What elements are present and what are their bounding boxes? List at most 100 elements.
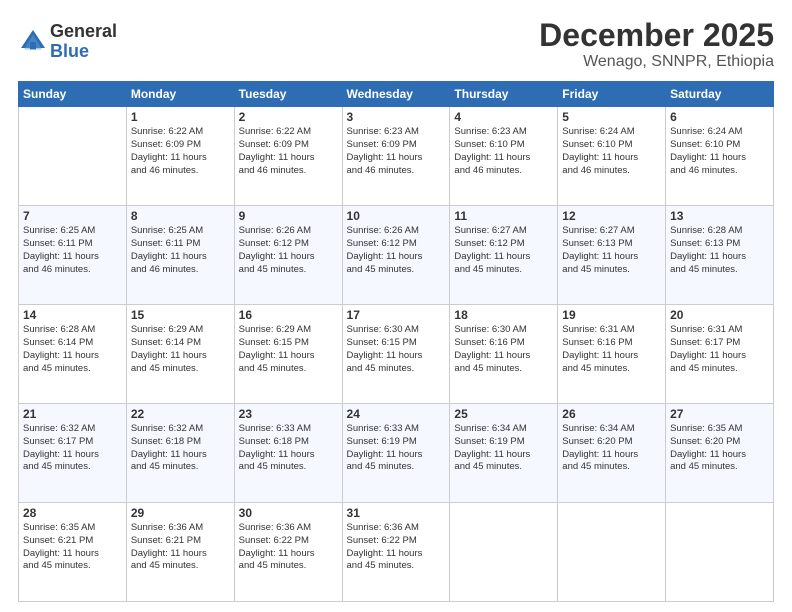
calendar-cell: 25 Sunrise: 6:34 AM Sunset: 6:19 PM Dayli… bbox=[450, 404, 558, 503]
day-number: 26 bbox=[562, 407, 661, 421]
calendar-cell: 16 Sunrise: 6:29 AM Sunset: 6:15 PM Dayli… bbox=[234, 305, 342, 404]
day-number: 5 bbox=[562, 110, 661, 124]
calendar-header-cell: Wednesday bbox=[342, 82, 450, 107]
day-info: Sunrise: 6:27 AM Sunset: 6:12 PM Dayligh… bbox=[454, 225, 553, 276]
logo-general: General bbox=[50, 22, 117, 42]
day-info: Sunrise: 6:24 AM Sunset: 6:10 PM Dayligh… bbox=[670, 126, 769, 177]
day-info: Sunrise: 6:31 AM Sunset: 6:17 PM Dayligh… bbox=[670, 324, 769, 375]
day-info: Sunrise: 6:31 AM Sunset: 6:16 PM Dayligh… bbox=[562, 324, 661, 375]
day-info: Sunrise: 6:34 AM Sunset: 6:20 PM Dayligh… bbox=[562, 423, 661, 474]
calendar-cell: 3 Sunrise: 6:23 AM Sunset: 6:09 PM Daylig… bbox=[342, 107, 450, 206]
subtitle: Wenago, SNNPR, Ethiopia bbox=[539, 53, 774, 71]
day-info: Sunrise: 6:24 AM Sunset: 6:10 PM Dayligh… bbox=[562, 126, 661, 177]
logo-blue: Blue bbox=[50, 42, 117, 62]
day-number: 30 bbox=[239, 506, 338, 520]
day-number: 2 bbox=[239, 110, 338, 124]
calendar-table: SundayMondayTuesdayWednesdayThursdayFrid… bbox=[18, 81, 774, 602]
day-info: Sunrise: 6:35 AM Sunset: 6:20 PM Dayligh… bbox=[670, 423, 769, 474]
calendar-header-cell: Monday bbox=[126, 82, 234, 107]
day-number: 20 bbox=[670, 308, 769, 322]
calendar-cell: 6 Sunrise: 6:24 AM Sunset: 6:10 PM Daylig… bbox=[666, 107, 774, 206]
day-info: Sunrise: 6:33 AM Sunset: 6:18 PM Dayligh… bbox=[239, 423, 338, 474]
calendar-cell: 10Sunrise: 6:26 AM Sunset: 6:12 PM Dayli… bbox=[342, 206, 450, 305]
calendar-header-row: SundayMondayTuesdayWednesdayThursdayFrid… bbox=[19, 82, 774, 107]
calendar-cell bbox=[558, 503, 666, 602]
day-info: Sunrise: 6:23 AM Sunset: 6:09 PM Dayligh… bbox=[347, 126, 446, 177]
day-info: Sunrise: 6:22 AM Sunset: 6:09 PM Dayligh… bbox=[131, 126, 230, 177]
day-info: Sunrise: 6:30 AM Sunset: 6:16 PM Dayligh… bbox=[454, 324, 553, 375]
day-info: Sunrise: 6:32 AM Sunset: 6:17 PM Dayligh… bbox=[23, 423, 122, 474]
day-number: 4 bbox=[454, 110, 553, 124]
day-number: 10 bbox=[347, 209, 446, 223]
calendar-cell: 31Sunrise: 6:36 AM Sunset: 6:22 PM Dayli… bbox=[342, 503, 450, 602]
day-info: Sunrise: 6:32 AM Sunset: 6:18 PM Dayligh… bbox=[131, 423, 230, 474]
calendar-cell: 20 Sunrise: 6:31 AM Sunset: 6:17 PM Dayli… bbox=[666, 305, 774, 404]
calendar-cell: 2 Sunrise: 6:22 AM Sunset: 6:09 PM Daylig… bbox=[234, 107, 342, 206]
day-number: 27 bbox=[670, 407, 769, 421]
day-info: Sunrise: 6:36 AM Sunset: 6:22 PM Dayligh… bbox=[347, 522, 446, 573]
day-number: 25 bbox=[454, 407, 553, 421]
day-number: 17 bbox=[347, 308, 446, 322]
day-info: Sunrise: 6:35 AM Sunset: 6:21 PM Dayligh… bbox=[23, 522, 122, 573]
calendar-week-row: 1 Sunrise: 6:22 AM Sunset: 6:09 PM Daylig… bbox=[19, 107, 774, 206]
calendar-cell bbox=[450, 503, 558, 602]
calendar-cell: 11 Sunrise: 6:27 AM Sunset: 6:12 PM Dayli… bbox=[450, 206, 558, 305]
calendar-cell: 8 Sunrise: 6:25 AM Sunset: 6:11 PM Daylig… bbox=[126, 206, 234, 305]
calendar-week-row: 28 Sunrise: 6:35 AM Sunset: 6:21 PM Dayli… bbox=[19, 503, 774, 602]
day-info: Sunrise: 6:29 AM Sunset: 6:15 PM Dayligh… bbox=[239, 324, 338, 375]
day-info: Sunrise: 6:28 AM Sunset: 6:14 PM Dayligh… bbox=[23, 324, 122, 375]
day-number: 21 bbox=[23, 407, 122, 421]
main-title: December 2025 bbox=[539, 18, 774, 53]
day-number: 15 bbox=[131, 308, 230, 322]
calendar-week-row: 14 Sunrise: 6:28 AM Sunset: 6:14 PM Dayli… bbox=[19, 305, 774, 404]
day-info: Sunrise: 6:25 AM Sunset: 6:11 PM Dayligh… bbox=[23, 225, 122, 276]
calendar-cell: 23 Sunrise: 6:33 AM Sunset: 6:18 PM Dayli… bbox=[234, 404, 342, 503]
day-number: 24 bbox=[347, 407, 446, 421]
calendar-cell: 28 Sunrise: 6:35 AM Sunset: 6:21 PM Dayli… bbox=[19, 503, 127, 602]
day-number: 14 bbox=[23, 308, 122, 322]
logo-text: General Blue bbox=[50, 22, 117, 62]
calendar-cell: 30 Sunrise: 6:36 AM Sunset: 6:22 PM Dayli… bbox=[234, 503, 342, 602]
calendar-cell: 17Sunrise: 6:30 AM Sunset: 6:15 PM Dayli… bbox=[342, 305, 450, 404]
day-number: 23 bbox=[239, 407, 338, 421]
day-info: Sunrise: 6:26 AM Sunset: 6:12 PM Dayligh… bbox=[239, 225, 338, 276]
day-number: 7 bbox=[23, 209, 122, 223]
day-number: 8 bbox=[131, 209, 230, 223]
day-number: 28 bbox=[23, 506, 122, 520]
day-number: 29 bbox=[131, 506, 230, 520]
day-info: Sunrise: 6:34 AM Sunset: 6:19 PM Dayligh… bbox=[454, 423, 553, 474]
calendar-week-row: 7 Sunrise: 6:25 AM Sunset: 6:11 PM Daylig… bbox=[19, 206, 774, 305]
day-number: 1 bbox=[131, 110, 230, 124]
calendar-cell: 5 Sunrise: 6:24 AM Sunset: 6:10 PM Daylig… bbox=[558, 107, 666, 206]
calendar-cell bbox=[666, 503, 774, 602]
day-number: 13 bbox=[670, 209, 769, 223]
calendar-cell: 19Sunrise: 6:31 AM Sunset: 6:16 PM Dayli… bbox=[558, 305, 666, 404]
calendar-cell: 18 Sunrise: 6:30 AM Sunset: 6:16 PM Dayli… bbox=[450, 305, 558, 404]
calendar-cell: 9Sunrise: 6:26 AM Sunset: 6:12 PM Daylig… bbox=[234, 206, 342, 305]
day-number: 3 bbox=[347, 110, 446, 124]
day-info: Sunrise: 6:29 AM Sunset: 6:14 PM Dayligh… bbox=[131, 324, 230, 375]
day-info: Sunrise: 6:28 AM Sunset: 6:13 PM Dayligh… bbox=[670, 225, 769, 276]
calendar-header-cell: Sunday bbox=[19, 82, 127, 107]
calendar-cell: 21 Sunrise: 6:32 AM Sunset: 6:17 PM Dayli… bbox=[19, 404, 127, 503]
day-number: 6 bbox=[670, 110, 769, 124]
calendar-cell: 7 Sunrise: 6:25 AM Sunset: 6:11 PM Daylig… bbox=[19, 206, 127, 305]
calendar-week-row: 21 Sunrise: 6:32 AM Sunset: 6:17 PM Dayli… bbox=[19, 404, 774, 503]
calendar-cell: 14 Sunrise: 6:28 AM Sunset: 6:14 PM Dayli… bbox=[19, 305, 127, 404]
calendar-cell: 24Sunrise: 6:33 AM Sunset: 6:19 PM Dayli… bbox=[342, 404, 450, 503]
calendar-cell: 22Sunrise: 6:32 AM Sunset: 6:18 PM Dayli… bbox=[126, 404, 234, 503]
day-number: 16 bbox=[239, 308, 338, 322]
day-info: Sunrise: 6:25 AM Sunset: 6:11 PM Dayligh… bbox=[131, 225, 230, 276]
calendar-cell: 1 Sunrise: 6:22 AM Sunset: 6:09 PM Daylig… bbox=[126, 107, 234, 206]
day-info: Sunrise: 6:22 AM Sunset: 6:09 PM Dayligh… bbox=[239, 126, 338, 177]
calendar-cell: 27 Sunrise: 6:35 AM Sunset: 6:20 PM Dayli… bbox=[666, 404, 774, 503]
calendar-cell: 15 Sunrise: 6:29 AM Sunset: 6:14 PM Dayli… bbox=[126, 305, 234, 404]
calendar-header-cell: Tuesday bbox=[234, 82, 342, 107]
day-number: 12 bbox=[562, 209, 661, 223]
day-info: Sunrise: 6:36 AM Sunset: 6:22 PM Dayligh… bbox=[239, 522, 338, 573]
day-number: 11 bbox=[454, 209, 553, 223]
day-info: Sunrise: 6:23 AM Sunset: 6:10 PM Dayligh… bbox=[454, 126, 553, 177]
calendar-cell: 13 Sunrise: 6:28 AM Sunset: 6:13 PM Dayli… bbox=[666, 206, 774, 305]
calendar-cell bbox=[19, 107, 127, 206]
day-number: 18 bbox=[454, 308, 553, 322]
